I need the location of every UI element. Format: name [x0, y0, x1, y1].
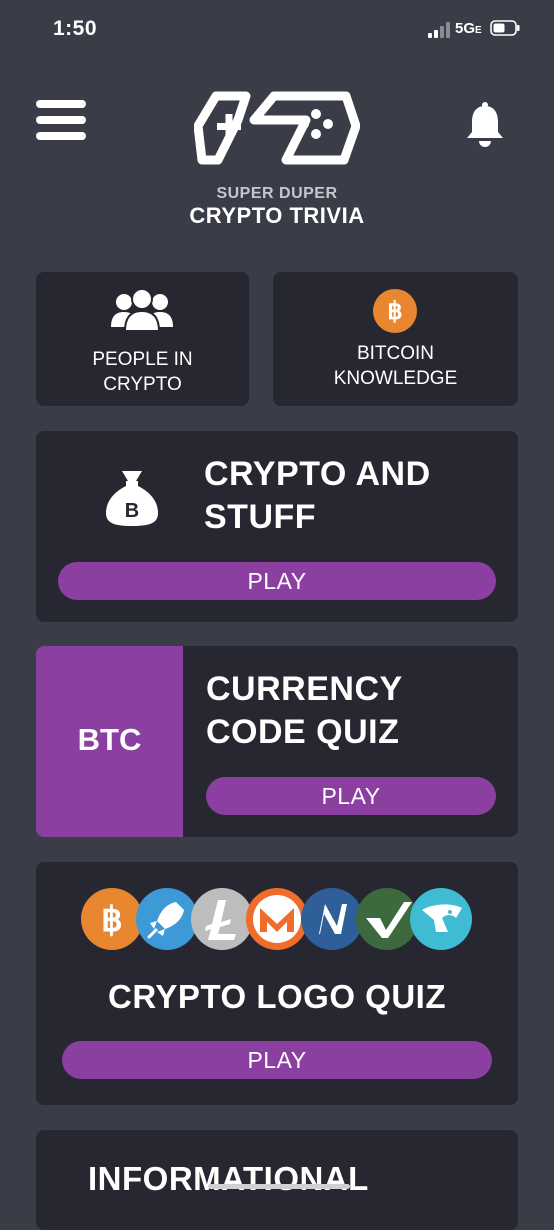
btc-badge-text: BTC [77, 722, 142, 757]
bell-icon[interactable] [466, 102, 504, 148]
quiz-title: CRYPTO AND STUFF [204, 453, 504, 539]
quiz-title-line2: CODE QUIZ [206, 713, 400, 751]
eagle-logo-icon [410, 888, 472, 950]
quiz-title: CURRENCY CODE QUIZ [206, 668, 506, 754]
svg-text:฿: ฿ [387, 298, 402, 325]
quiz-title: INFORMATIONAL [88, 1160, 369, 1197]
play-button[interactable]: PLAY [206, 777, 496, 815]
nano-logo-icon [301, 888, 363, 950]
category-label-line1: PEOPLE IN [92, 349, 193, 370]
logo-title: CRYPTO TRIVIA [189, 203, 365, 228]
play-button[interactable]: PLAY [58, 562, 496, 600]
status-time: 1:50 [53, 17, 98, 40]
category-label-line2: KNOWLEDGE [333, 368, 458, 389]
quiz-title-line1: CURRENCY [206, 670, 403, 708]
monero-logo-icon [246, 888, 308, 950]
svg-text:B: B [125, 500, 139, 522]
category-bitcoin-knowledge[interactable]: ฿ BITCOIN KNOWLEDGE [273, 272, 518, 406]
battery-icon [490, 20, 520, 36]
bitcoin-icon: ฿ [373, 289, 417, 333]
money-bag-icon: B [106, 471, 158, 526]
logo-subtitle: SUPER DUPER [216, 185, 338, 202]
category-label-line1: BITCOIN [356, 343, 435, 364]
svg-text:฿: ฿ [101, 901, 123, 939]
network-type: 5G [455, 20, 476, 37]
quiz-card-informational[interactable]: INFORMATIONAL [36, 1130, 518, 1230]
category-label-line2: CRYPTO [103, 374, 182, 395]
category-people-in-crypto[interactable]: PEOPLE IN CRYPTO [36, 272, 249, 406]
quiz-card-crypto-and-stuff[interactable]: B CRYPTO AND STUFF PLAY [36, 431, 518, 622]
btc-badge: BTC [36, 646, 183, 837]
bitcoin-logo-icon: ฿ [81, 888, 143, 950]
play-button[interactable]: PLAY [62, 1041, 492, 1079]
people-icon [111, 288, 173, 332]
home-indicator[interactable] [208, 1184, 350, 1189]
rocket-logo-icon [136, 888, 198, 950]
quiz-title: CRYPTO LOGO QUIZ [107, 978, 447, 1015]
litecoin-logo-icon [191, 888, 253, 950]
quiz-title-line2: STUFF [204, 498, 317, 536]
signal-icon [428, 22, 450, 38]
menu-icon[interactable] [36, 100, 86, 140]
quiz-card-currency-code[interactable]: BTC CURRENCY CODE QUIZ PLAY [36, 646, 518, 837]
network-suffix: E [475, 25, 482, 36]
network-indicator: 5GE [455, 20, 482, 37]
gamepad-logo-icon [194, 91, 360, 165]
check-logo-icon [356, 888, 418, 950]
quiz-title-line1: CRYPTO AND [204, 455, 431, 493]
